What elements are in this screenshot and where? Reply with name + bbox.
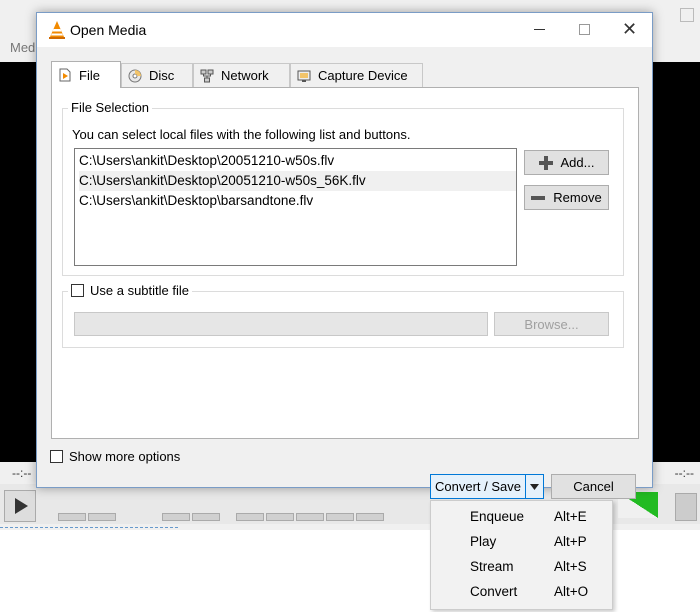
remove-button-label: Remove <box>553 190 602 205</box>
vlc-control-button[interactable] <box>296 513 324 521</box>
vlc-control-button[interactable] <box>162 513 190 521</box>
browse-button[interactable]: Browse... <box>494 312 609 336</box>
convert-save-dropdown-button[interactable] <box>525 474 544 499</box>
subtitle-checkbox[interactable] <box>71 284 84 297</box>
tab-disc-label: Disc <box>149 68 175 83</box>
vlc-control-button[interactable] <box>356 513 384 521</box>
vlc-fullscreen-button[interactable] <box>675 493 697 521</box>
chevron-down-icon <box>530 483 539 490</box>
list-item[interactable]: C:\Users\ankit\Desktop\barsandtone.flv <box>79 191 516 211</box>
file-selection-description: You can select local files with the foll… <box>72 127 411 142</box>
menu-item-convert[interactable]: Convert Alt+O <box>431 580 612 605</box>
cancel-button[interactable]: Cancel <box>551 474 636 499</box>
menu-item-label: Convert <box>470 584 518 599</box>
vlc-focus-outline <box>0 522 178 528</box>
list-item[interactable]: C:\Users\ankit\Desktop\20051210-w50s_56K… <box>79 171 516 191</box>
maximize-button[interactable] <box>562 13 607 47</box>
disc-icon <box>128 69 142 82</box>
subtitle-file-input[interactable] <box>74 312 488 336</box>
tab-file-label: File <box>79 67 100 83</box>
add-button-label: Add... <box>560 155 595 170</box>
subtitle-group-header: Use a subtitle file <box>68 283 192 298</box>
close-button[interactable]: ✕ <box>607 13 652 47</box>
convert-save-menu: Enqueue Alt+E Play Alt+P Stream Alt+S Co… <box>430 500 613 610</box>
tab-capture-device-label: Capture Device <box>318 68 408 83</box>
menu-item-shortcut: Alt+E <box>554 509 587 524</box>
close-icon: ✕ <box>621 19 638 39</box>
browse-button-label: Browse... <box>524 316 579 332</box>
dialog-title: Open Media <box>70 22 147 38</box>
tab-network-label: Network <box>221 68 269 83</box>
show-more-options-checkbox[interactable] <box>50 450 63 463</box>
menu-item-stream[interactable]: Stream Alt+S <box>431 555 612 580</box>
vlc-control-button[interactable] <box>192 513 220 521</box>
menu-item-play[interactable]: Play Alt+P <box>431 530 612 555</box>
vlc-menu-fragment: Med <box>10 40 36 55</box>
vlc-control-button[interactable] <box>58 513 86 521</box>
list-item[interactable]: C:\Users\ankit\Desktop\20051210-w50s.flv <box>79 151 516 171</box>
vlc-elapsed-time: --:-- <box>12 466 32 480</box>
vlc-control-button[interactable] <box>236 513 264 521</box>
vlc-control-button[interactable] <box>266 513 294 521</box>
capture-device-icon <box>297 70 311 82</box>
minus-icon <box>531 195 546 200</box>
vlc-total-time: --:-- <box>674 466 694 480</box>
cancel-button-label: Cancel <box>573 479 614 494</box>
tab-disc[interactable]: Disc <box>121 63 193 87</box>
file-icon <box>59 68 71 82</box>
subtitle-checkbox-label: Use a subtitle file <box>90 283 189 298</box>
menu-item-shortcut: Alt+S <box>554 559 587 574</box>
menu-item-label: Stream <box>470 559 514 574</box>
menu-item-enqueue[interactable]: Enqueue Alt+E <box>431 505 612 530</box>
vlc-window-button[interactable] <box>680 8 694 22</box>
dialog-titlebar[interactable]: Open Media ✕ <box>37 13 652 47</box>
minimize-button[interactable] <box>517 13 562 47</box>
tab-file[interactable]: File <box>51 61 121 88</box>
tab-capture-device[interactable]: Capture Device <box>290 63 423 87</box>
convert-save-label: Convert / Save <box>435 479 521 494</box>
vlc-control-button[interactable] <box>326 513 354 521</box>
tab-network[interactable]: Network <box>193 63 290 87</box>
show-more-options-label: Show more options <box>69 449 181 464</box>
network-icon <box>200 69 214 82</box>
file-list[interactable]: C:\Users\ankit\Desktop\20051210-w50s.flv… <box>74 148 517 266</box>
convert-save-button[interactable]: Convert / Save <box>430 474 526 499</box>
vlc-cone-icon <box>49 21 65 39</box>
show-more-options-row: Show more options <box>50 449 180 464</box>
menu-item-shortcut: Alt+P <box>554 534 587 549</box>
vlc-control-button[interactable] <box>88 513 116 521</box>
plus-icon <box>538 155 553 170</box>
vlc-play-icon[interactable] <box>4 490 36 522</box>
menu-item-label: Enqueue <box>470 509 525 524</box>
remove-button[interactable]: Remove <box>524 185 609 210</box>
menu-item-shortcut: Alt+O <box>554 584 589 599</box>
menu-item-label: Play <box>470 534 497 549</box>
file-selection-title: File Selection <box>68 100 153 115</box>
add-button[interactable]: Add... <box>524 150 609 175</box>
